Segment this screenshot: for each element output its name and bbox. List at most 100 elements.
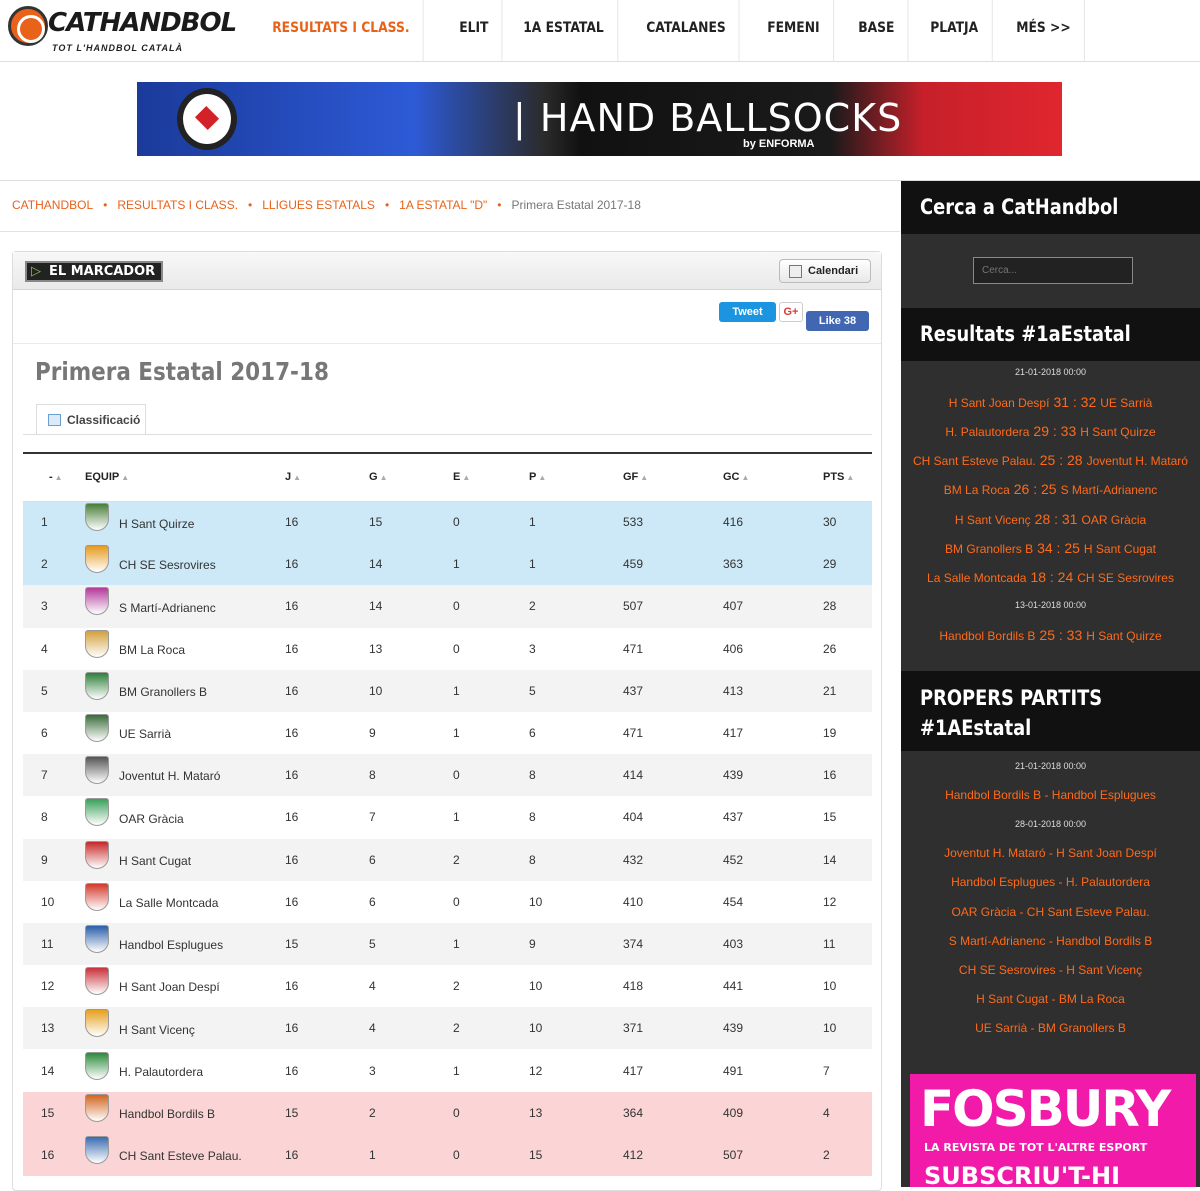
cell-g: 3 [369, 1063, 376, 1078]
team-name[interactable]: H Sant Joan Despí [119, 980, 220, 994]
table-row: 3 S Martí-Adrianenc 16 14 0 2 507 407 28 [23, 585, 872, 628]
cell-pts: 19 [823, 726, 837, 741]
cell-gc: 363 [723, 557, 744, 572]
table-row: 12 H Sant Joan Despí 16 4 2 10 418 441 10 [23, 965, 872, 1007]
breadcrumb-current: Primera Estatal 2017-18 [511, 198, 641, 212]
column-header[interactable]: EQUIP ▲ [85, 453, 285, 501]
cell-j: 16 [285, 768, 299, 783]
team-cell: Handbol Esplugues [85, 923, 285, 965]
breadcrumb-link[interactable]: LLIGUES ESTATALS [262, 198, 375, 212]
column-header[interactable]: - ▲ [23, 453, 85, 501]
handballsocks-banner-ad[interactable]: | HAND BALLSOCKS by ENFORMA [137, 82, 1062, 156]
facebook-like-button[interactable]: Like 38 [806, 311, 869, 331]
cell-e: 1 [453, 726, 460, 741]
fixture-item[interactable]: UE Sarrià - BM Granollers B [901, 1021, 1200, 1035]
calendar-button[interactable]: Calendari [779, 259, 871, 283]
team-name[interactable]: BM Granollers B [119, 685, 207, 699]
fosbury-ad[interactable]: FOSBURY LA REVISTA DE TOT L'ALTRE ESPORT… [910, 1074, 1196, 1187]
search-input[interactable] [973, 257, 1133, 284]
column-header[interactable]: P ▲ [529, 453, 623, 501]
cell-p: 15 [529, 1147, 543, 1162]
result-item[interactable]: Handbol Bordils B 25 : 33 H Sant Quirze [901, 627, 1200, 643]
nav-item[interactable]: MÉS >> [1003, 0, 1085, 62]
google-plus-button[interactable]: G+ [779, 302, 803, 322]
el-marcador-logo[interactable]: EL MARCADOR [25, 261, 163, 282]
breadcrumb-link[interactable]: 1A ESTATAL "D" [399, 198, 487, 212]
team-name[interactable]: OAR Gràcia [119, 812, 184, 826]
cell-e: 0 [453, 515, 460, 530]
team-name[interactable]: H Sant Vicenç [119, 1023, 195, 1037]
column-header[interactable]: GF ▲ [623, 453, 723, 501]
cell-pos: 7 [41, 768, 48, 783]
team-name[interactable]: Handbol Esplugues [119, 938, 223, 952]
nav-item[interactable]: ELIT [446, 0, 503, 62]
result-home: H Sant Vicenç [954, 512, 1031, 527]
team-name[interactable]: CH Sant Esteve Palau. [119, 1149, 242, 1163]
divider [13, 343, 881, 344]
team-name[interactable]: H Sant Cugat [119, 854, 191, 868]
banner-byline: by ENFORMA [743, 138, 815, 150]
column-header[interactable]: J ▲ [285, 453, 369, 501]
column-header[interactable]: GC ▲ [723, 453, 823, 501]
result-item[interactable]: H. Palautordera 29 : 33 H Sant Quirze [901, 423, 1200, 439]
column-header[interactable]: E ▲ [453, 453, 529, 501]
team-name[interactable]: H. Palautordera [119, 1065, 203, 1079]
result-item[interactable]: La Salle Montcada 18 : 24 CH SE Sesrovires [901, 569, 1200, 585]
tab-classificacio[interactable]: Classificació [36, 404, 146, 435]
nav-item[interactable]: PLATJA [917, 0, 993, 62]
result-item[interactable]: H Sant Vicenç 28 : 31 OAR Gràcia [901, 511, 1200, 527]
cell-pts: 10 [823, 979, 837, 994]
cell-j: 15 [285, 936, 299, 951]
cell-j: 16 [285, 1063, 299, 1078]
result-away: H Sant Cugat [1083, 541, 1156, 556]
team-cell: CH Sant Esteve Palau. [85, 1134, 285, 1176]
nav-item[interactable]: CATALANES [633, 0, 740, 62]
cell-pos: 5 [41, 683, 48, 698]
team-cell: Joventut H. Mataró [85, 754, 285, 796]
fixture-item[interactable]: H Sant Cugat - BM La Roca [901, 992, 1200, 1006]
team-name[interactable]: S Martí-Adrianenc [119, 601, 216, 615]
cell-g: 7 [369, 810, 376, 825]
result-item[interactable]: BM La Roca 26 : 25 S Martí-Adrianenc [901, 481, 1200, 497]
cell-g: 4 [369, 1021, 376, 1036]
result-score: 34 : 25 [1037, 539, 1080, 556]
table-row: 2 CH SE Sesrovires 16 14 1 1 459 363 29 [23, 543, 872, 586]
team-name[interactable]: UE Sarrià [119, 727, 171, 741]
site-logo[interactable]: CATHANDBOL TOT L'HANDBOL CATALÀ [8, 6, 248, 54]
result-item[interactable]: H Sant Joan Despí 31 : 32 UE Sarrià [901, 394, 1200, 410]
result-item[interactable]: BM Granollers B 34 : 25 H Sant Cugat [901, 540, 1200, 556]
result-score: 29 : 33 [1033, 423, 1077, 440]
team-name[interactable]: Handbol Bordils B [119, 1107, 215, 1121]
result-date: 21-01-2018 00:00 [1014, 367, 1087, 377]
standings-table: - ▲ EQUIP ▲ J ▲ G ▲ E ▲ P ▲ GF ▲ GC ▲ PTS ▲ 1 H Sant Quirz… [23, 452, 872, 1176]
fixture-item[interactable]: S Martí-Adrianenc - Handbol Bordils B [901, 934, 1200, 948]
cell-pos: 9 [41, 852, 48, 867]
column-header[interactable]: PTS ▲ [823, 453, 872, 501]
breadcrumb-link[interactable]: RESULTATS I CLASS. [117, 198, 238, 212]
cell-gc: 491 [723, 1063, 744, 1078]
fixture-item[interactable]: OAR Gràcia - CH Sant Esteve Palau. [901, 905, 1200, 919]
cell-g: 13 [369, 641, 383, 656]
team-name[interactable]: BM La Roca [119, 643, 185, 657]
fixture-item[interactable]: Handbol Esplugues - H. Palautordera [901, 875, 1200, 889]
fixture-item[interactable]: CH SE Sesrovires - H Sant Vicenç [901, 963, 1200, 977]
fixture-item[interactable]: Handbol Bordils B - Handbol Esplugues [901, 788, 1200, 802]
nav-item[interactable]: 1A ESTATAL [510, 0, 619, 62]
nav-item[interactable]: RESULTATS I CLASS. [259, 0, 424, 62]
cell-gc: 406 [723, 641, 744, 656]
nav-item[interactable]: BASE [845, 0, 909, 62]
tweet-button[interactable]: Tweet [719, 302, 776, 322]
result-item[interactable]: CH Sant Esteve Palau. 25 : 28 Joventut H. … [901, 452, 1200, 468]
cell-gc: 437 [723, 810, 744, 825]
team-crest-icon [85, 545, 109, 574]
team-name[interactable]: H Sant Quirze [119, 517, 194, 531]
column-header[interactable]: G ▲ [369, 453, 453, 501]
cell-pts: 15 [823, 810, 837, 825]
team-name[interactable]: CH SE Sesrovires [119, 558, 216, 572]
logo-tagline: TOT L'HANDBOL CATALÀ [52, 43, 183, 53]
fixture-item[interactable]: Joventut H. Mataró - H Sant Joan Despí [901, 846, 1200, 860]
team-name[interactable]: La Salle Montcada [119, 896, 218, 910]
breadcrumb-link[interactable]: CATHANDBOL [12, 198, 93, 212]
nav-item[interactable]: FEMENI [754, 0, 835, 62]
team-name[interactable]: Joventut H. Mataró [119, 769, 220, 783]
